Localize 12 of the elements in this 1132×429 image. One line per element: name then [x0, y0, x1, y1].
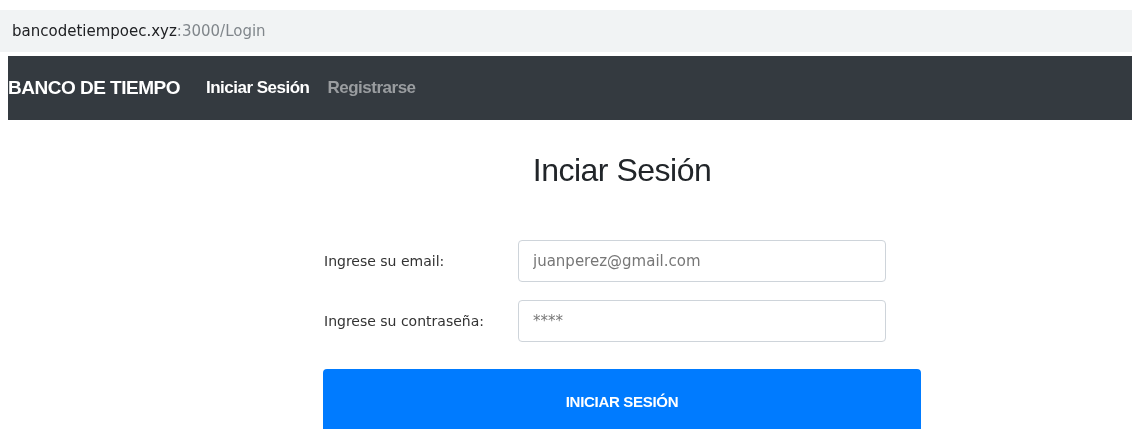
address-bar[interactable]: bancodetiempoec.xyz:3000/Login — [0, 10, 1132, 52]
nav-link[interactable]: Iniciar Sesión — [205, 78, 310, 98]
url-path: :3000/Login — [176, 22, 266, 40]
nav-link[interactable]: Registrarse — [327, 78, 416, 98]
url-host: bancodetiempoec.xyz — [12, 22, 177, 40]
page-title: Inciar Sesión — [531, 151, 713, 190]
input-field[interactable]: **** — [518, 300, 886, 342]
input-field[interactable]: juanperez@gmail.com — [518, 240, 886, 282]
brand-title[interactable]: BANCO DE TIEMPO — [8, 77, 180, 99]
field-label: Ingrese su contraseña: — [323, 313, 485, 329]
field-label: Ingrese su email: — [323, 253, 446, 269]
login-button[interactable]: INICIAR SESIÓN — [323, 369, 921, 429]
